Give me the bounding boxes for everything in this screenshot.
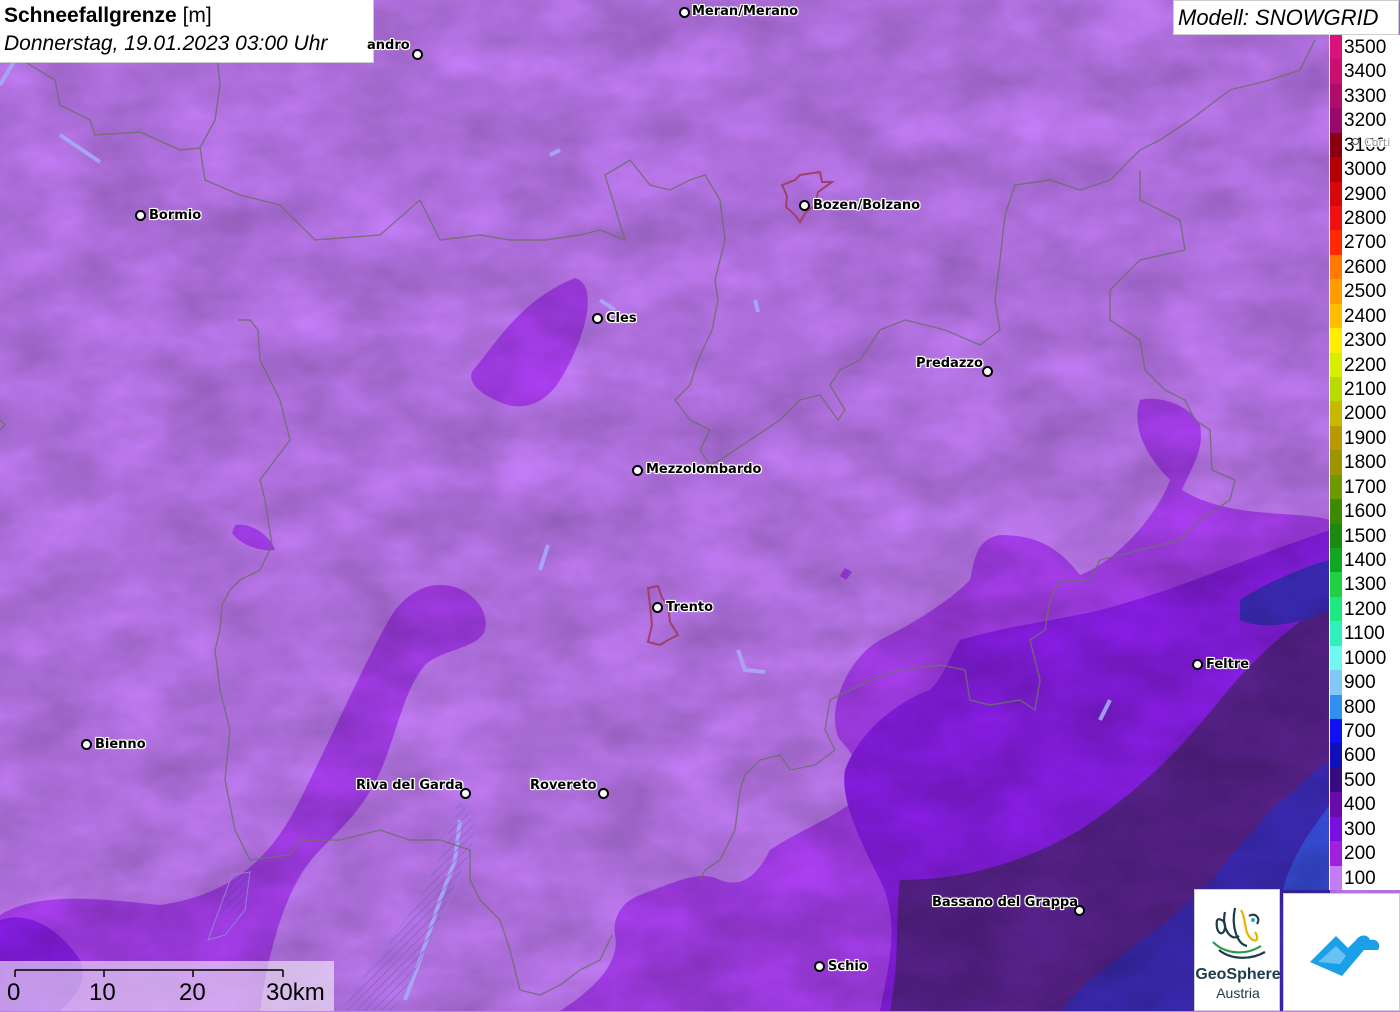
legend-row: 2900 bbox=[1329, 172, 1400, 206]
legend-row: 900 bbox=[1329, 660, 1400, 695]
city-dot-mezzolombardo bbox=[632, 465, 643, 476]
scale-label-0: 0 bbox=[7, 979, 21, 1006]
legend-row: 100 bbox=[1329, 856, 1400, 890]
city-dot-trento bbox=[652, 602, 663, 613]
legend-row: 1700 bbox=[1329, 465, 1400, 500]
city-label-bienno[interactable]: Bienno bbox=[95, 737, 146, 752]
city-label-bormio[interactable]: Bormio bbox=[149, 208, 201, 223]
city-dot-rovereto bbox=[598, 788, 609, 799]
legend-row: 1500 bbox=[1329, 514, 1400, 548]
city-dot-predazzo bbox=[982, 366, 993, 377]
city-dot-bormio bbox=[135, 210, 146, 221]
city-dot-cles bbox=[592, 313, 603, 324]
legend-row: 200 bbox=[1329, 831, 1400, 866]
map-title: Schneefallgrenze [m] bbox=[4, 4, 212, 27]
model-label: Modell: SNOWGRID bbox=[1173, 0, 1399, 35]
scale-label-10: 10 bbox=[89, 979, 116, 1006]
legend-row: 1000 bbox=[1329, 636, 1400, 671]
logo-name: GeoSphere bbox=[1195, 966, 1281, 983]
city-dot-bassano bbox=[1074, 905, 1085, 916]
map-datetime: Donnerstag, 19.01.2023 03:00 Uhr bbox=[4, 32, 328, 55]
legend-row: 300 bbox=[1329, 807, 1400, 842]
legend-row: 3200 bbox=[1329, 98, 1400, 133]
legend-row: 2300 bbox=[1329, 318, 1400, 353]
city-label-rovereto[interactable]: Rovereto bbox=[530, 778, 597, 793]
legend-row: 2000 bbox=[1329, 391, 1400, 426]
city-label-meran[interactable]: Meran/Merano bbox=[692, 4, 798, 19]
city-label-mezzolombardo[interactable]: Mezzolombardo bbox=[646, 462, 761, 477]
legend-row: 1100 bbox=[1329, 611, 1400, 646]
scale-label-30: 30km bbox=[266, 979, 325, 1006]
city-label-bassano[interactable]: Bassano del Grappa bbox=[932, 895, 1078, 910]
legend-row: 1300 bbox=[1329, 562, 1400, 597]
city-label-schio[interactable]: Schio bbox=[828, 959, 868, 974]
city-label-feltre[interactable]: Feltre bbox=[1206, 657, 1249, 672]
city-label-cortina[interactable]: Corti bbox=[1364, 136, 1390, 149]
geosphere-logo[interactable]: GeoSphere Austria bbox=[1194, 889, 1281, 1011]
city-label-predazzo[interactable]: Predazzo bbox=[916, 356, 983, 371]
scale-bar: 0 10 20 30km bbox=[0, 961, 334, 1011]
city-label-cles[interactable]: Cles bbox=[606, 311, 637, 326]
legend-row: 2100 bbox=[1329, 367, 1400, 402]
legend-row: 2500 bbox=[1329, 269, 1400, 304]
snowline-map[interactable] bbox=[0, 0, 1400, 1011]
city-dot-bozen bbox=[799, 200, 810, 211]
city-label-riva[interactable]: Riva del Garda bbox=[356, 778, 463, 793]
legend-row: 1400 bbox=[1329, 538, 1400, 573]
geosphere-emblem-icon bbox=[1212, 907, 1266, 959]
city-dot-schio bbox=[814, 961, 825, 972]
legend-row: 2400 bbox=[1329, 294, 1400, 329]
legend-row: 3500 bbox=[1329, 35, 1400, 60]
color-legend: 3500 3400 3300 3200 3100 3000 2900 2800 2700 2600… bbox=[1329, 35, 1400, 890]
scale-label-20: 20 bbox=[179, 979, 206, 1006]
city-dot-riva bbox=[460, 788, 471, 799]
snow-cloud-icon bbox=[1310, 935, 1380, 976]
legend-row: 600 bbox=[1329, 733, 1400, 768]
terrain-relief bbox=[0, 0, 1400, 1011]
snowgrid-logo[interactable] bbox=[1283, 893, 1400, 1011]
legend-row: 800 bbox=[1329, 685, 1400, 719]
logo-sub: Austria bbox=[1216, 985, 1260, 1001]
legend-row: 1800 bbox=[1329, 440, 1400, 475]
legend-row: 3400 bbox=[1329, 49, 1400, 84]
legend-swatch bbox=[1330, 865, 1342, 890]
city-dot-meran bbox=[679, 7, 690, 18]
legend-row: 500 bbox=[1329, 758, 1400, 793]
legend-row: 2700 bbox=[1329, 220, 1400, 255]
legend-row: 1600 bbox=[1329, 489, 1400, 524]
legend-row: 1200 bbox=[1329, 587, 1400, 622]
legend-row: 3000 bbox=[1329, 147, 1400, 182]
city-dot-feltre bbox=[1192, 659, 1203, 670]
legend-row: 700 bbox=[1329, 709, 1400, 744]
map-title-box: Schneefallgrenze [m] Donnerstag, 19.01.2… bbox=[0, 0, 374, 63]
city-label-bozen[interactable]: Bozen/Bolzano bbox=[813, 198, 920, 213]
legend-row: 2200 bbox=[1329, 343, 1400, 377]
legend-label: 100 bbox=[1344, 867, 1376, 889]
city-dot-cortina bbox=[1352, 138, 1359, 145]
legend-row: 1900 bbox=[1329, 416, 1400, 451]
legend-row: 3300 bbox=[1329, 74, 1400, 109]
city-label-andro[interactable]: andro bbox=[367, 38, 410, 53]
legend-row: 2800 bbox=[1329, 196, 1400, 231]
city-dot-andro bbox=[412, 49, 423, 60]
legend-row: 2600 bbox=[1329, 245, 1400, 280]
city-label-trento[interactable]: Trento bbox=[666, 600, 713, 615]
city-dot-bienno bbox=[81, 739, 92, 750]
legend-row: 400 bbox=[1329, 782, 1400, 817]
